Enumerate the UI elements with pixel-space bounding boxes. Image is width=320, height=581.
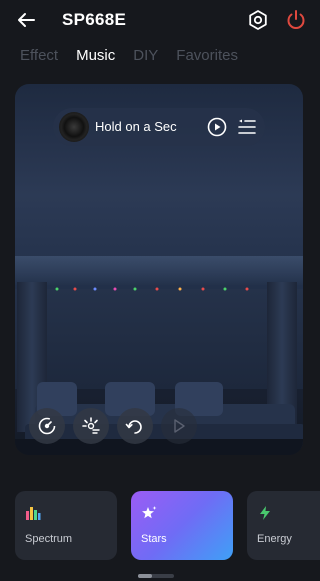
led-strip-lights [37,287,273,291]
device-title: SP668E [62,10,127,29]
tab-favorites[interactable]: Favorites [176,47,238,67]
mode-label: Energy [257,533,292,545]
tab-music[interactable]: Music [76,47,115,67]
stars-icon [142,506,157,519]
floor [15,439,303,455]
song-title: Hold on a Sec [95,119,177,134]
room-preview: Hold on a Sec [15,84,303,455]
play-icon[interactable] [207,117,227,137]
replay-button[interactable] [117,408,153,444]
sensitivity-icon [38,417,56,435]
mode-tabs: Effect Music DIY Favorites [20,47,256,67]
effect-speed-icon [82,417,100,434]
scroll-indicator-thumb [138,574,152,578]
power-icon[interactable] [284,8,308,32]
music-player[interactable]: Hold on a Sec [53,108,265,146]
energy-icon [260,506,270,520]
next-button[interactable] [161,408,197,444]
spectrum-icon [26,507,41,520]
room-wall [15,289,303,389]
vinyl-disc-icon [59,112,89,142]
effect-speed-button[interactable] [73,408,109,444]
next-icon [174,419,185,433]
app-header: SP668E [0,0,312,40]
ceiling-glow [15,256,303,286]
replay-icon [125,420,142,434]
tab-diy[interactable]: DIY [133,47,158,67]
mode-card-spectrum[interactable]: Spectrum [15,491,117,560]
mode-label: Spectrum [25,533,73,545]
mode-card-stars[interactable]: Stars [131,491,233,560]
playlist-icon[interactable] [237,118,257,136]
back-arrow-icon[interactable] [14,8,38,32]
gear-icon[interactable] [246,8,270,32]
tab-effect[interactable]: Effect [20,47,58,67]
mode-label: Stars [141,533,167,545]
scroll-indicator [138,574,174,578]
sensitivity-button[interactable] [29,408,65,444]
mode-card-energy[interactable]: Energy [247,491,320,560]
